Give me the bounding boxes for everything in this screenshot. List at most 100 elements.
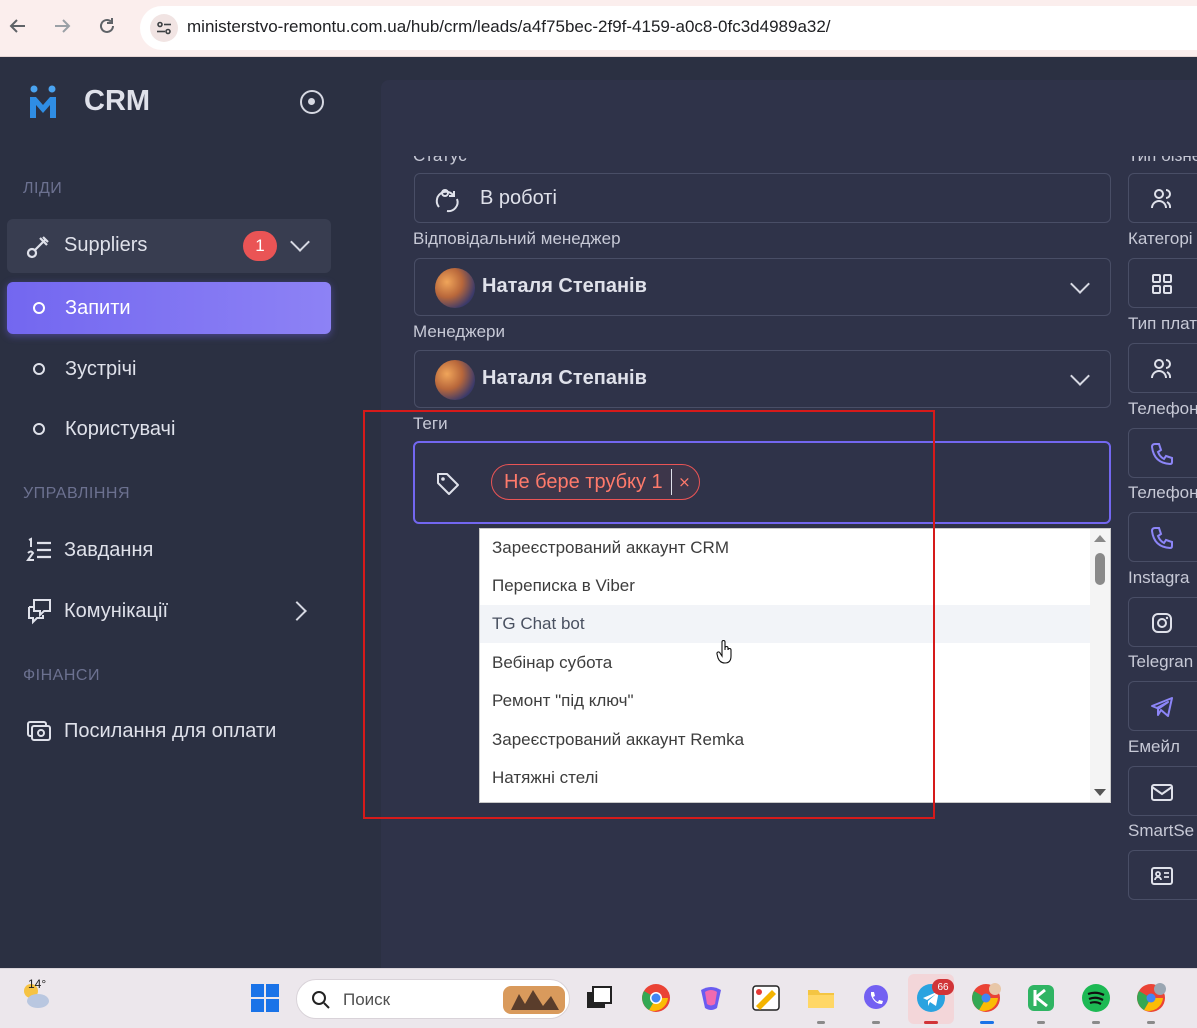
sidebar-item-users[interactable]: Користувачі <box>7 403 331 455</box>
sidebar-item-meetings-label: Зустрічі <box>65 357 137 380</box>
category-select[interactable] <box>1128 258 1197 308</box>
list-item[interactable]: Переписка в Viber <box>480 567 1090 605</box>
sidebar-item-tasks-label: Завдання <box>64 538 154 561</box>
list-item[interactable]: Ремонт "під ключ" <box>480 682 1090 720</box>
card-header-right <box>1112 80 1197 156</box>
card-header <box>381 80 1197 156</box>
tags-dropdown-list[interactable]: Зареєстрований аккаунт CRM Переписка в V… <box>479 528 1111 803</box>
sidebar-item-meetings[interactable]: Зустрічі <box>7 343 331 395</box>
status-progress-icon <box>435 189 459 213</box>
sidebar-item-payment-links[interactable]: Посилання для оплати <box>7 705 331 757</box>
chevron-down-icon[interactable] <box>1070 366 1090 386</box>
sidebar-item-users-label: Користувачі <box>65 417 176 440</box>
running-indicator <box>1037 1021 1045 1024</box>
telegram-unread-badge: 66 <box>932 979 954 995</box>
avatar <box>435 268 475 308</box>
right-field-label: Instagra <box>1128 568 1190 587</box>
right-field-label: Telegran <box>1128 652 1194 671</box>
app-logo <box>30 85 56 118</box>
list-item[interactable]: Зареєстрований аккаунт CRM <box>480 529 1090 567</box>
green-app-icon[interactable] <box>1025 982 1057 1014</box>
tag-remove-button[interactable]: × <box>670 469 691 495</box>
sidebar-item-communications-label: Комунікації <box>64 599 169 622</box>
os-taskbar: 14° Поиск 66 <box>0 968 1197 1028</box>
cash-register-icon <box>27 721 51 741</box>
viber-icon[interactable] <box>860 982 892 1014</box>
search-placeholder: Поиск <box>343 990 391 1009</box>
tags-input[interactable]: Не бере трубку 1 × <box>413 441 1111 524</box>
file-explorer-icon[interactable] <box>805 982 837 1014</box>
tags-label: Теги <box>413 414 448 433</box>
site-settings-icon[interactable] <box>150 14 178 42</box>
address-bar[interactable]: ministerstvo-remontu.com.ua/hub/crm/lead… <box>140 6 1197 50</box>
sidebar-item-communications[interactable]: Комунікації <box>7 585 331 637</box>
list-item[interactable]: TG Chat bot <box>480 605 1090 643</box>
instagram-icon <box>1152 613 1172 633</box>
chevron-down-icon[interactable] <box>1070 274 1090 294</box>
status-value: В роботі <box>480 187 557 209</box>
link-icon <box>26 236 49 259</box>
sidebar-item-suppliers[interactable]: Suppliers 1 <box>7 219 331 273</box>
taskbar-search[interactable]: Поиск <box>296 979 570 1019</box>
list-item[interactable]: Натяжні стелі <box>480 759 1090 797</box>
spotify-icon[interactable] <box>1080 982 1112 1014</box>
running-indicator <box>980 1021 994 1024</box>
sidebar-toggle-icon[interactable] <box>300 90 324 114</box>
scrollbar-thumb[interactable] <box>1095 553 1105 585</box>
running-indicator <box>1092 1021 1100 1024</box>
right-field-label: SmartSe <box>1128 821 1195 840</box>
right-field-label: Категорі <box>1128 229 1193 248</box>
managers-select[interactable]: Наталя Степанів <box>414 350 1111 408</box>
app-title: CRM <box>84 85 151 117</box>
right-field-label: Емейл <box>1128 737 1180 756</box>
reload-icon[interactable] <box>93 12 121 40</box>
responsible-manager-select[interactable]: Наталя Степанів <box>414 258 1111 316</box>
paint-icon[interactable] <box>750 982 782 1014</box>
list-item[interactable]: Вебінар субота <box>480 644 1090 682</box>
instagram-input[interactable] <box>1128 597 1197 647</box>
sidebar-item-requests[interactable]: Запити <box>7 282 331 334</box>
back-icon[interactable] <box>4 12 32 40</box>
business-type-select[interactable] <box>1128 173 1197 223</box>
section-label-leads: ЛІДИ <box>23 180 63 197</box>
payment-type-select[interactable] <box>1128 343 1197 393</box>
scroll-down-icon[interactable] <box>1094 789 1106 796</box>
task-view-icon[interactable] <box>583 982 615 1014</box>
chrome-profile-icon[interactable] <box>970 982 1002 1014</box>
right-field-label: Телефон <box>1128 483 1197 502</box>
windows-start-icon[interactable] <box>249 982 281 1014</box>
sidebar-item-tasks[interactable]: Завдання <box>7 524 331 576</box>
running-indicator <box>1147 1021 1155 1024</box>
circle-bullet-icon <box>33 302 45 314</box>
status-select[interactable]: В роботі <box>414 173 1111 223</box>
chrome-profile-2-icon[interactable] <box>1135 982 1167 1014</box>
forward-icon[interactable] <box>48 12 76 40</box>
dropdown-scrollbar[interactable] <box>1090 529 1110 802</box>
copilot-icon[interactable] <box>695 982 727 1014</box>
phone-input-2[interactable] <box>1128 512 1197 562</box>
browser-toolbar: ministerstvo-remontu.com.ua/hub/crm/lead… <box>0 0 1197 57</box>
weather-temperature: 14° <box>28 977 47 991</box>
tag-chip-label: Не бере трубку 1 <box>504 470 663 493</box>
scroll-up-icon[interactable] <box>1094 535 1106 542</box>
email-input[interactable] <box>1128 766 1197 816</box>
smartsender-input[interactable] <box>1128 850 1197 900</box>
grid-icon <box>1152 274 1172 294</box>
phone-icon <box>1150 443 1173 466</box>
chevron-right-icon[interactable] <box>287 601 307 621</box>
managers-label: Менеджери <box>413 322 505 341</box>
numbered-list-icon <box>26 537 51 561</box>
id-card-icon <box>1151 867 1173 885</box>
search-icon <box>312 991 330 1009</box>
telegram-input[interactable] <box>1128 681 1197 731</box>
mail-icon <box>1151 784 1173 801</box>
chrome-icon[interactable] <box>640 982 672 1014</box>
tag-chip[interactable]: Не бере трубку 1 × <box>491 464 700 500</box>
avatar <box>435 360 475 400</box>
phone-input[interactable] <box>1128 428 1197 478</box>
sidebar-item-requests-label: Запити <box>65 296 131 319</box>
right-field-label: Телефон <box>1128 399 1197 418</box>
list-item[interactable]: Зареєстрований аккаунт Remka <box>480 721 1090 759</box>
chevron-down-icon[interactable] <box>290 232 310 252</box>
sidebar: CRM ЛІДИ Suppliers 1 Запити Зустрічі Кор… <box>0 57 348 968</box>
